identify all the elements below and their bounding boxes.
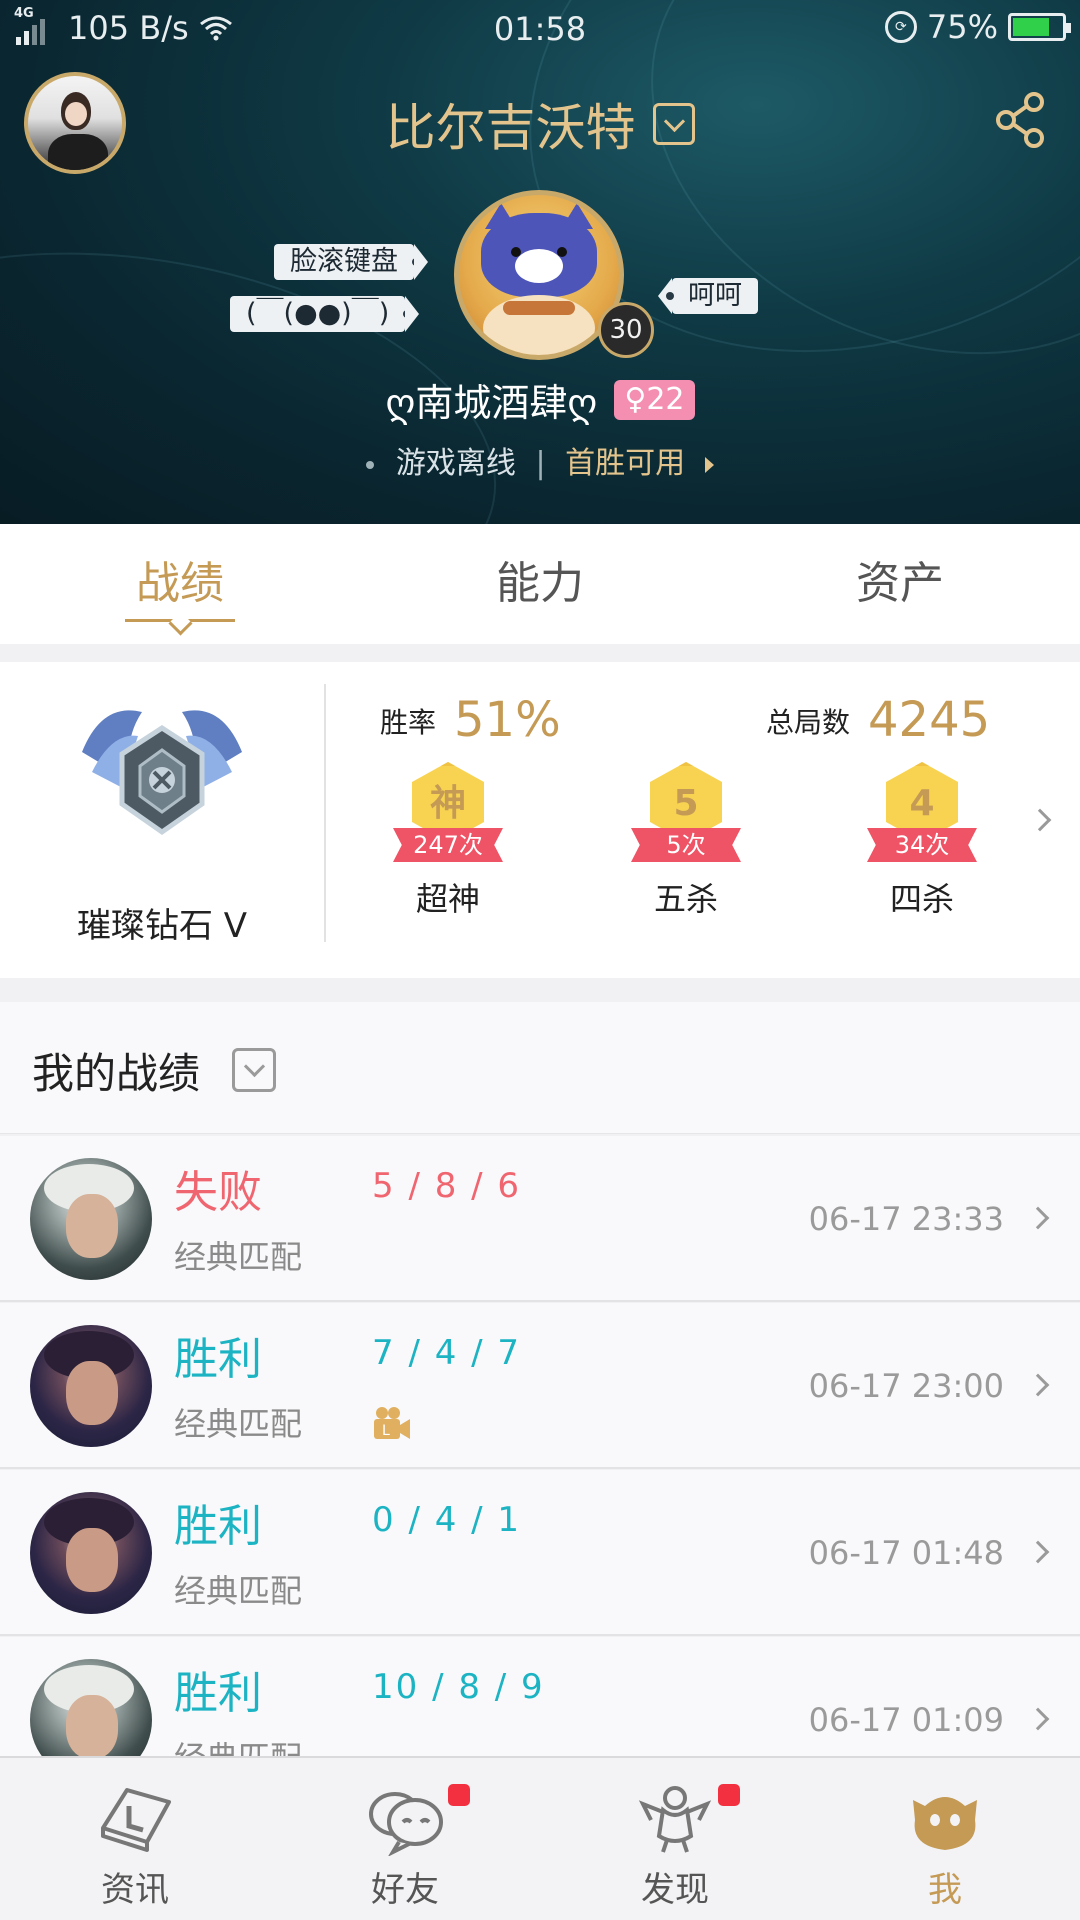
status-separator: | [535, 446, 546, 481]
match-result: 胜利 [174, 1334, 262, 1385]
nav-news[interactable]: 资讯 [0, 1758, 270, 1920]
chevron-right-icon [1026, 1373, 1050, 1397]
tab-assets[interactable]: 资产 [720, 524, 1080, 644]
medal-name: 五杀 [653, 880, 718, 918]
win-rate-value: 51% [454, 692, 561, 748]
match-row[interactable]: 胜利 0 / 4 / 1 经典匹配 06-17 01:48 [0, 1470, 1080, 1636]
match-kda: 7 / 4 / 7 [372, 1333, 522, 1373]
first-win-status: 首胜可用 [565, 446, 686, 481]
champion-avatar [30, 1659, 152, 1756]
online-status[interactable]: 游戏离线 | 首胜可用 [0, 438, 1080, 482]
match-result: 胜利 [174, 1501, 262, 1552]
total-games-value: 4245 [868, 692, 991, 748]
level-badge: 30 [598, 302, 654, 358]
stats-card[interactable]: 璀璨钻石 V 胜率 51% 总局数 4245 神 247次 超神 5 5次 五杀 4… [0, 662, 1080, 978]
match-row[interactable]: 胜利 10 / 8 / 9 经典匹配 06-17 01:09 [0, 1637, 1080, 1756]
impression-tag[interactable]: 脸滚键盘 [274, 244, 428, 280]
impression-tag[interactable]: 呵呵 [658, 278, 758, 314]
records-header[interactable]: 我的战绩 [0, 1002, 1080, 1134]
player-nickname: ღ南城酒肆ღ [385, 381, 598, 425]
chevron-right-icon [1026, 1206, 1050, 1230]
match-time: 06-17 01:09 [808, 1701, 1004, 1739]
quadrakill-medal: 4 34次 四杀 [862, 762, 982, 920]
profile-header: 4G 105 B/s 01:58 ⟳ 75% 比尔吉沃特 脸滚键盘 (￣(●●)… [0, 0, 1080, 524]
chevron-right-icon [1026, 1540, 1050, 1564]
tag-label: 呵呵 [688, 280, 742, 311]
bottom-navigation: 资讯 好友 发现 我 [0, 1756, 1080, 1920]
discover-icon [638, 1786, 712, 1853]
me-icon [913, 1797, 977, 1850]
match-time: 06-17 23:33 [808, 1200, 1004, 1238]
champion-avatar [30, 1158, 152, 1280]
video-replay-icon: L [374, 1407, 410, 1439]
tag-label: (￣(●●)￣) [246, 298, 390, 329]
status-dot [366, 460, 375, 469]
server-name: 比尔吉沃特 [385, 99, 636, 157]
records-title: 我的战绩 [32, 1049, 201, 1098]
champion-avatar [30, 1492, 152, 1614]
news-icon [101, 1788, 171, 1852]
friends-icon [369, 1792, 443, 1856]
medal-count: 247次 [393, 828, 503, 862]
nav-me[interactable]: 我 [810, 1758, 1080, 1920]
medal-name: 超神 [415, 880, 480, 918]
caret-right-icon [704, 456, 714, 473]
share-icon[interactable] [990, 90, 1050, 150]
win-rate: 胜率 51% [380, 692, 561, 748]
match-result: 失败 [174, 1167, 262, 1218]
chevron-down-icon[interactable] [232, 1048, 276, 1092]
divider [324, 684, 326, 942]
match-row[interactable]: 失败 5 / 8 / 6 经典匹配 06-17 23:33 [0, 1136, 1080, 1302]
tab-ability[interactable]: 能力 [360, 524, 720, 644]
match-mode: 经典匹配 [174, 1572, 303, 1610]
tag-label: 脸滚键盘 [290, 246, 398, 277]
medal-count: 5次 [631, 828, 741, 862]
profile-tabs: 战绩 能力 资产 [0, 524, 1080, 644]
match-time: 06-17 23:00 [808, 1367, 1004, 1405]
chevron-right-icon [1026, 1707, 1050, 1731]
match-result: 胜利 [174, 1668, 262, 1719]
win-rate-label: 胜率 [380, 706, 437, 739]
svg-text:L: L [382, 1423, 390, 1439]
nav-label: 资讯 [101, 1870, 169, 1910]
total-games: 总局数 4245 [766, 692, 990, 748]
medal-name: 四杀 [889, 880, 954, 918]
tab-record[interactable]: 战绩 [0, 524, 360, 644]
champion-avatar [30, 1325, 152, 1447]
notification-badge [448, 1784, 470, 1806]
match-row[interactable]: 胜利 7 / 4 / 7 经典匹配 L 06-17 23:00 [0, 1303, 1080, 1469]
rank-emblem-icon [82, 710, 242, 836]
pentakill-medal: 5 5次 五杀 [626, 762, 746, 920]
chevron-right-icon[interactable] [1028, 808, 1052, 832]
nav-label: 我 [928, 1870, 962, 1910]
impression-tag[interactable]: (￣(●●)￣) [230, 296, 420, 332]
game-status: 游戏离线 [395, 446, 516, 481]
medal-count: 34次 [867, 828, 977, 862]
match-time: 06-17 01:48 [808, 1534, 1004, 1572]
total-games-label: 总局数 [766, 706, 851, 739]
nav-label: 好友 [371, 1870, 439, 1910]
gender-level-badge: ♀22 [614, 379, 695, 420]
notification-badge [718, 1784, 740, 1806]
battery-icon [1008, 13, 1071, 41]
server-selector[interactable]: 比尔吉沃特 [0, 88, 1080, 160]
match-mode: 经典匹配 [174, 1733, 302, 1756]
rotation-lock-icon: ⟳ [884, 11, 917, 43]
match-mode: 经典匹配 [174, 1238, 303, 1276]
rank-label: 璀璨钻石 V [76, 906, 248, 946]
battery-percent: 75% [926, 8, 998, 46]
nav-friends[interactable]: 好友 [270, 1758, 540, 1920]
status-bar: 4G 105 B/s 01:58 ⟳ 75% [0, 0, 1080, 56]
match-kda: 0 / 4 / 1 [372, 1500, 522, 1540]
match-kda: 10 / 8 / 9 [372, 1667, 545, 1707]
nav-label: 发现 [641, 1870, 709, 1910]
match-kda: 5 / 8 / 6 [372, 1166, 522, 1206]
match-mode: 经典匹配 [174, 1405, 303, 1443]
nav-discover[interactable]: 发现 [540, 1758, 810, 1920]
chevron-down-icon [652, 103, 695, 145]
legendary-medal: 神 247次 超神 [388, 762, 508, 920]
